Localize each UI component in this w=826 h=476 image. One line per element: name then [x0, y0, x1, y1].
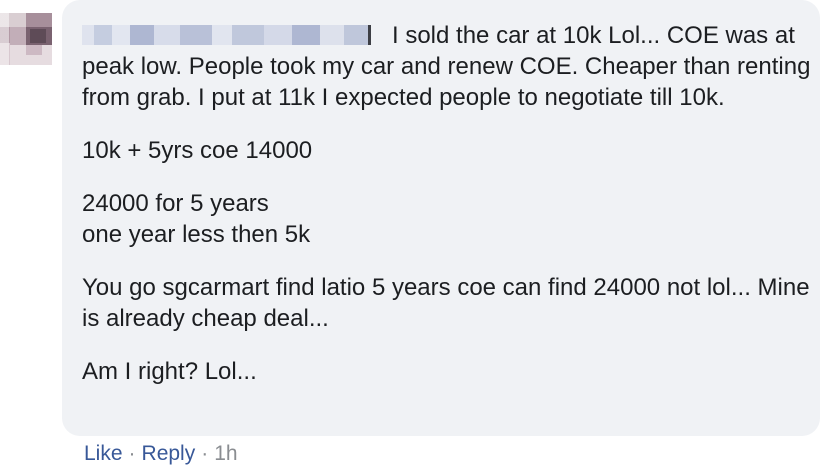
comment-paragraph: I sold the car at 10k Lol... COE was at … — [82, 20, 812, 113]
reply-button[interactable]: Reply — [142, 442, 196, 465]
comment-paragraph: 24000 for 5 years one year less then 5k — [82, 188, 812, 250]
separator: · — [128, 442, 136, 465]
comment-thread: I sold the car at 10k Lol... COE was at … — [0, 0, 826, 476]
comment-paragraph: You go sgcarmart find latio 5 years coe … — [82, 272, 812, 334]
comment-text: 24000 for 5 years — [82, 190, 269, 217]
comment-text: You go sgcarmart find latio 5 years coe … — [82, 274, 810, 332]
comment-actions: Like · Reply · 1h — [84, 440, 238, 468]
comment-paragraph: 10k + 5yrs coe 14000 — [82, 135, 812, 166]
avatar-pixel — [10, 27, 26, 45]
author-name-blurred[interactable] — [82, 25, 384, 45]
avatar[interactable] — [0, 13, 52, 65]
comment-paragraph: Am I right? Lol... — [82, 356, 812, 387]
avatar-pixel — [26, 13, 52, 27]
avatar-pixel — [26, 45, 42, 55]
avatar-pixel — [30, 29, 46, 43]
like-button[interactable]: Like — [84, 442, 123, 465]
timestamp[interactable]: 1h — [214, 442, 237, 465]
comment-text: Am I right? Lol... — [82, 358, 257, 385]
comment-body: I sold the car at 10k Lol... COE was at … — [82, 20, 812, 409]
comment-text: 10k + 5yrs coe 14000 — [82, 137, 313, 164]
separator: · — [201, 442, 209, 465]
comment-text: one year less then 5k — [82, 221, 311, 248]
